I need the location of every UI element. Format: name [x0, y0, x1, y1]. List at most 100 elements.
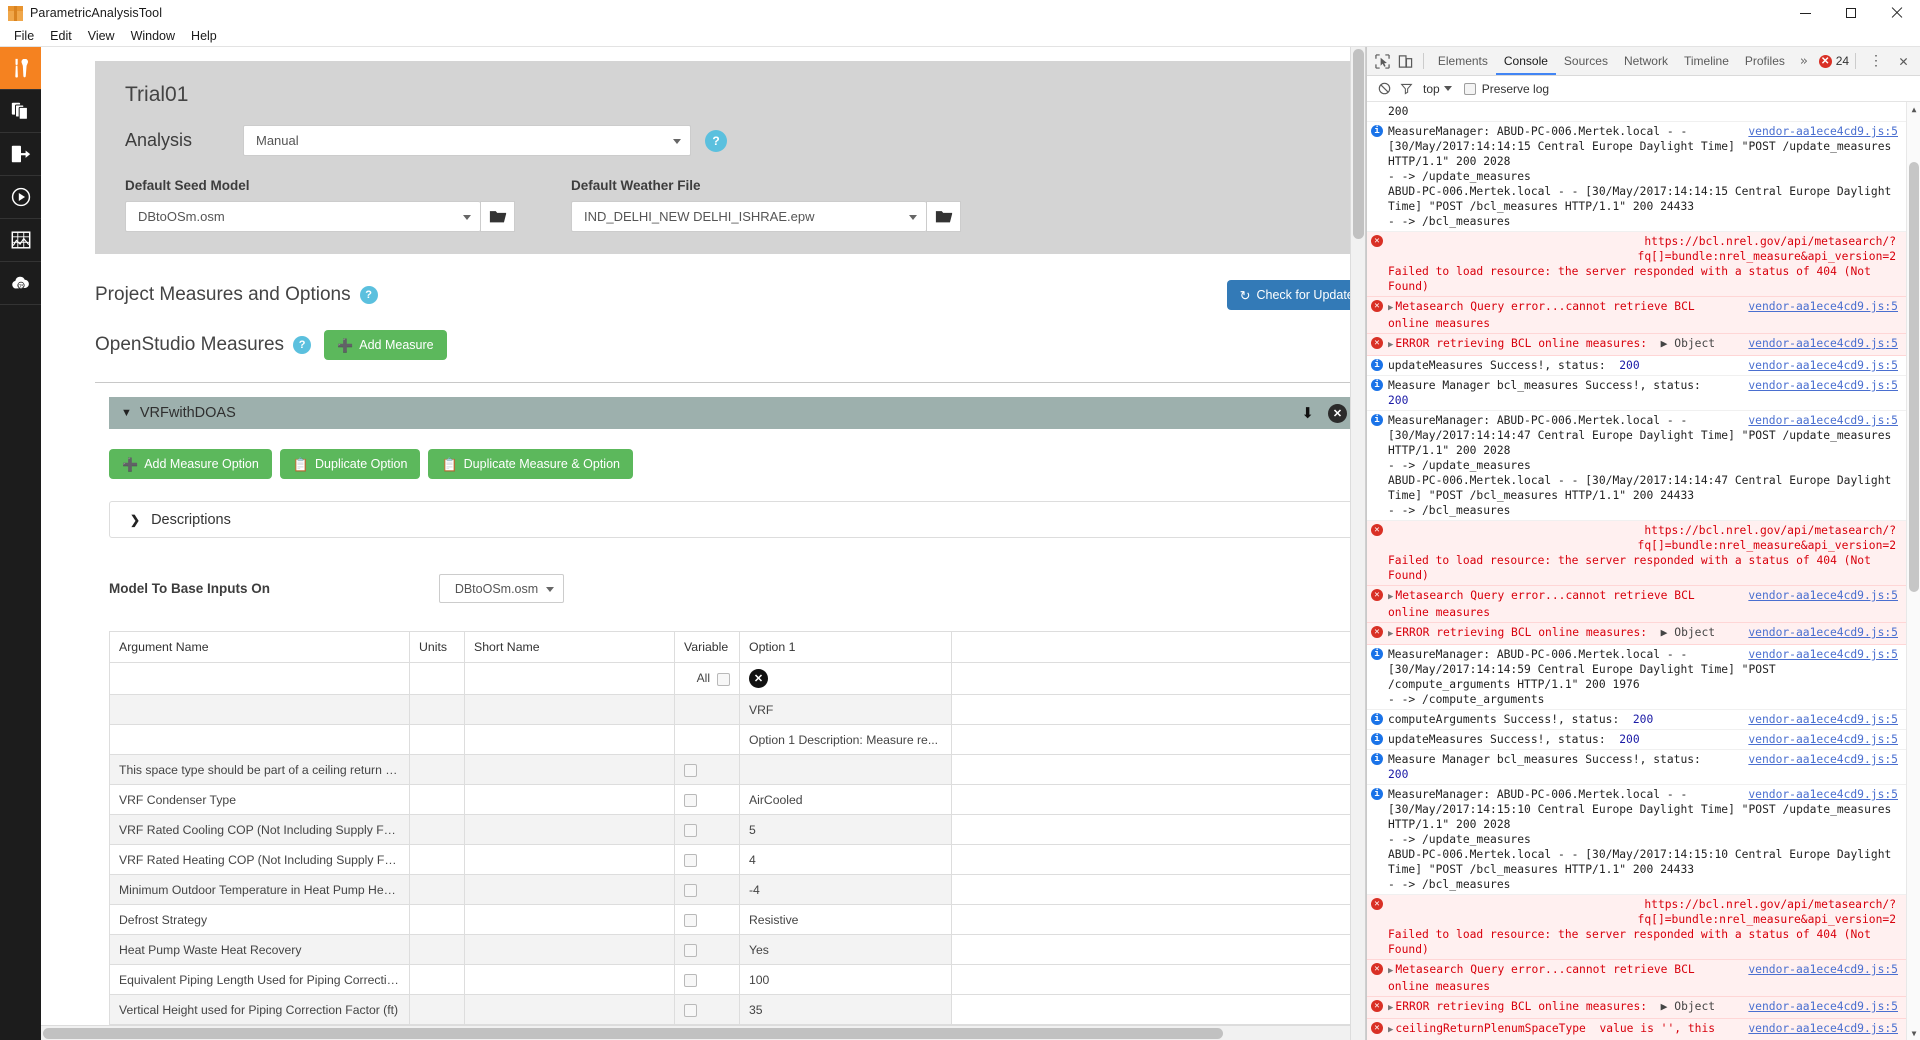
log-source-link[interactable]: vendor-aa1ece4cd9.js:5 [1748, 752, 1898, 767]
variable-checkbox[interactable] [684, 853, 697, 867]
variable-all-checkbox[interactable] [717, 672, 730, 686]
log-source-link[interactable]: vendor-aa1ece4cd9.js:5 [1748, 358, 1898, 373]
log-source-link[interactable]: vendor-aa1ece4cd9.js:5 [1748, 378, 1898, 393]
log-source-link[interactable]: vendor-aa1ece4cd9.js:5 [1748, 588, 1898, 603]
filter-button[interactable] [1395, 82, 1417, 95]
analysis-type-select[interactable]: Manual [243, 125, 691, 156]
variable-checkbox[interactable] [684, 763, 697, 777]
console-info-entry[interactable]: i MeasureManager: ABUD-PC-006.Mertek.loca… [1367, 785, 1906, 895]
console-scroll-thumb[interactable] [1909, 162, 1919, 592]
content-vertical-scroll-thumb[interactable] [1353, 49, 1364, 239]
duplicate-option-button[interactable]: 📋 Duplicate Option [279, 449, 421, 479]
inspect-element-button[interactable] [1371, 48, 1394, 74]
console-error-entry[interactable]: ✕ https://bcl.nrel.gov/api/metasearch/? f… [1367, 895, 1906, 960]
remove-measure-button[interactable]: ✕ [1328, 403, 1347, 423]
remove-option-button[interactable]: ✕ [749, 669, 768, 688]
tab-timeline[interactable]: Timeline [1676, 48, 1737, 75]
console-info-entry[interactable]: i Measure Manager bcl_measures Success!, … [1367, 376, 1906, 411]
console-info-entry[interactable]: i updateMeasures Success!, status: 200 ven… [1367, 356, 1906, 376]
scroll-up-icon[interactable]: ▲ [1907, 102, 1920, 116]
console-info-entry[interactable]: i MeasureManager: ABUD-PC-006.Mertek.loca… [1367, 411, 1906, 521]
sidebar-item-measures[interactable] [0, 47, 41, 90]
check-for-updates-button[interactable]: ↻ Check for Updates [1226, 280, 1365, 310]
console-info-entry[interactable]: i MeasureManager: ABUD-PC-006.Mertek.loca… [1367, 645, 1906, 710]
console-error-entry[interactable]: ✕ ▶ ERROR retrieving BCL online measures: … [1367, 997, 1906, 1019]
weather-file-select[interactable]: IND_DELHI_NEW DELHI_ISHRAE.epw [571, 201, 926, 232]
chevron-double-right-icon[interactable]: » [1793, 54, 1815, 69]
chevron-right-icon[interactable]: ▶ [1388, 592, 1393, 602]
chevron-down-icon[interactable] [1443, 86, 1452, 91]
console-error-entry[interactable]: ✕ ▶ Metasearch Query error...cannot retrie… [1367, 297, 1906, 334]
content-horizontal-scrollbar[interactable] [41, 1025, 1350, 1040]
console-error-entry[interactable]: ✕ ▶ Metasearch Query error...cannot retrie… [1367, 960, 1906, 997]
content-vertical-scrollbar[interactable] [1350, 47, 1365, 1040]
log-source-link[interactable]: vendor-aa1ece4cd9.js:5 [1748, 1021, 1898, 1036]
chevron-right-icon[interactable]: ▶ [1388, 629, 1393, 639]
log-source-link[interactable]: vendor-aa1ece4cd9.js:5 [1748, 647, 1898, 662]
variable-checkbox[interactable] [684, 793, 697, 807]
close-button[interactable] [1874, 0, 1920, 26]
device-toolbar-button[interactable] [1394, 48, 1417, 74]
console-error-entry[interactable]: ✕ ▶ ceilingReturnPlenumSpaceType value is … [1367, 1019, 1906, 1040]
variable-checkbox[interactable] [684, 823, 697, 837]
weather-file-browse-button[interactable] [926, 201, 961, 232]
model-to-base-inputs-select[interactable]: DBtoOSm.osm [439, 574, 564, 603]
sidebar-item-cloud[interactable]: OS [0, 262, 41, 305]
measure-group-header[interactable]: ▼ VRFwithDOAS ⬇ ✕ [109, 397, 1359, 429]
log-source-link[interactable]: vendor-aa1ece4cd9.js:5 [1748, 124, 1898, 139]
add-measure-button[interactable]: ➕ Add Measure [324, 330, 447, 360]
console-error-entry[interactable]: ✕ ▶ ERROR retrieving BCL online measures: … [1367, 334, 1906, 356]
log-source-link[interactable]: vendor-aa1ece4cd9.js:5 [1748, 413, 1898, 428]
seed-model-select[interactable]: DBtoOSm.osm [125, 201, 480, 232]
menu-edit[interactable]: Edit [42, 27, 80, 45]
sidebar-item-results[interactable] [0, 219, 41, 262]
log-object-preview[interactable]: ▶ Object [1647, 337, 1715, 350]
content-horizontal-scroll-thumb[interactable] [43, 1028, 1223, 1039]
minimize-button[interactable] [1782, 0, 1828, 26]
log-source-link[interactable]: vendor-aa1ece4cd9.js:5 [1748, 625, 1898, 640]
arrow-down-icon[interactable]: ⬇ [1301, 404, 1314, 422]
sidebar-item-run[interactable] [0, 176, 41, 219]
duplicate-measure-and-option-button[interactable]: 📋 Duplicate Measure & Option [428, 449, 633, 479]
log-source-link[interactable]: vendor-aa1ece4cd9.js:5 [1748, 962, 1898, 977]
tab-sources[interactable]: Sources [1556, 48, 1616, 75]
console-error-entry[interactable]: ✕ ▶ Metasearch Query error...cannot retrie… [1367, 586, 1906, 623]
console-vertical-scrollbar[interactable]: ▲ ▼ [1906, 102, 1920, 1040]
openstudio-measures-help-button[interactable]: ? [293, 336, 312, 354]
clear-console-button[interactable] [1373, 82, 1395, 95]
log-object-preview[interactable]: ▶ Object [1647, 1000, 1715, 1013]
analysis-help-button[interactable]: ? [705, 129, 727, 152]
tab-profiles[interactable]: Profiles [1737, 48, 1793, 75]
log-object-preview[interactable]: ▶ Object [1647, 626, 1715, 639]
tab-elements[interactable]: Elements [1430, 48, 1496, 75]
error-count-badge[interactable]: ✕ 24 [1818, 54, 1849, 68]
tab-console[interactable]: Console [1495, 48, 1556, 75]
console-info-entry[interactable]: 200 [1367, 102, 1906, 122]
seed-model-browse-button[interactable] [480, 201, 515, 232]
sidebar-item-duplicate[interactable] [0, 90, 41, 133]
log-source-link[interactable]: vendor-aa1ece4cd9.js:5 [1748, 712, 1898, 727]
variable-checkbox[interactable] [684, 913, 697, 927]
log-source-link[interactable]: vendor-aa1ece4cd9.js:5 [1748, 999, 1898, 1014]
console-error-entry[interactable]: ✕ ▶ ERROR retrieving BCL online measures: … [1367, 623, 1906, 645]
sidebar-item-export[interactable] [0, 133, 41, 176]
variable-checkbox[interactable] [684, 973, 697, 987]
add-measure-option-button[interactable]: ➕ Add Measure Option [109, 449, 272, 479]
menu-file[interactable]: File [6, 27, 42, 45]
more-vertical-icon[interactable]: ⋮ [1862, 53, 1891, 69]
chevron-right-icon[interactable]: ▶ [1388, 303, 1393, 313]
log-source-link[interactable]: vendor-aa1ece4cd9.js:5 [1748, 787, 1898, 802]
descriptions-accordion[interactable]: ❯ Descriptions [109, 501, 1359, 538]
chevron-right-icon[interactable]: ▶ [1388, 1003, 1393, 1013]
variable-checkbox[interactable] [684, 943, 697, 957]
menu-help[interactable]: Help [183, 27, 225, 45]
console-context-select[interactable]: top [1423, 82, 1440, 96]
console-error-entry[interactable]: ✕ https://bcl.nrel.gov/api/metasearch/? f… [1367, 521, 1906, 586]
scroll-down-icon[interactable]: ▼ [1907, 1026, 1920, 1040]
variable-checkbox[interactable] [684, 1003, 697, 1017]
chevron-right-icon[interactable]: ▶ [1388, 340, 1393, 350]
menu-window[interactable]: Window [123, 27, 183, 45]
chevron-right-icon[interactable]: ▶ [1388, 966, 1393, 976]
log-source-link[interactable]: vendor-aa1ece4cd9.js:5 [1748, 336, 1898, 351]
log-source-link[interactable]: vendor-aa1ece4cd9.js:5 [1748, 732, 1898, 747]
